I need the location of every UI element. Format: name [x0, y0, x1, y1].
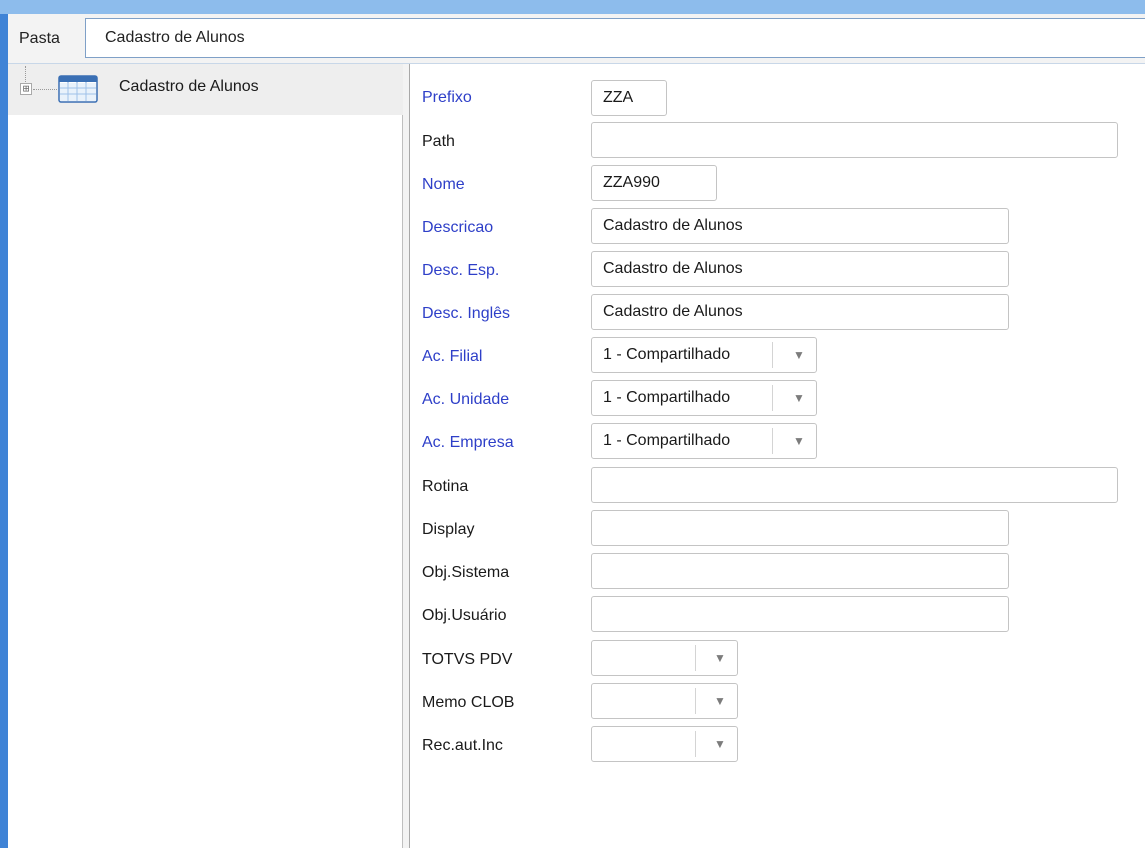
obj-usuario-label: Obj.Usuário: [422, 607, 507, 624]
window-left-frame: [0, 14, 8, 848]
table-icon: [58, 75, 98, 103]
desc-ingles-label: Desc. Inglês: [422, 305, 511, 322]
path-label: Path: [422, 133, 455, 150]
splitter[interactable]: [403, 64, 410, 848]
dropdown-arrow-icon[interactable]: ▼: [784, 381, 814, 415]
tree-connector: [25, 66, 26, 82]
ac-unidade-label: Ac. Unidade: [422, 391, 510, 408]
dropdown-arrow-icon[interactable]: ▼: [705, 727, 735, 761]
desc-esp-label: Desc. Esp.: [422, 262, 500, 279]
nome-field[interactable]: ZZA990: [591, 165, 717, 201]
prefixo-field[interactable]: ZZA: [591, 80, 667, 116]
window-title-bar: [0, 0, 1145, 14]
obj-sistema-label: Obj.Sistema: [422, 564, 510, 581]
ac-empresa-value: 1 - Compartilhado: [603, 432, 731, 449]
ac-empresa-select[interactable]: 1 - Compartilhado ▼: [591, 423, 817, 459]
rec-aut-inc-select[interactable]: ▼: [591, 726, 738, 762]
desc-ingles-field[interactable]: Cadastro de Alunos: [591, 294, 1009, 330]
dropdown-arrow-icon[interactable]: ▼: [784, 424, 814, 458]
descricao-label: Descricao: [422, 219, 494, 236]
pasta-bar: Pasta Cadastro de Alunos: [8, 14, 1145, 64]
dropdown-arrow-icon[interactable]: ▼: [705, 641, 735, 675]
tree-item-label: Cadastro de Alunos: [119, 78, 259, 95]
obj-sistema-field[interactable]: [591, 553, 1009, 589]
descricao-field[interactable]: Cadastro de Alunos: [591, 208, 1009, 244]
prefixo-label: Prefixo: [422, 89, 472, 106]
combo-divider: [772, 385, 773, 411]
dropdown-arrow-icon[interactable]: ▼: [784, 338, 814, 372]
display-label: Display: [422, 521, 475, 538]
nome-label: Nome: [422, 176, 465, 193]
desc-esp-field[interactable]: Cadastro de Alunos: [591, 251, 1009, 287]
display-field[interactable]: [591, 510, 1009, 546]
dropdown-arrow-icon[interactable]: ▼: [705, 684, 735, 718]
path-field[interactable]: [591, 122, 1118, 158]
tree-pane: ⊞ Cadastro de Alunos: [8, 64, 403, 848]
ac-unidade-select[interactable]: 1 - Compartilhado ▼: [591, 380, 817, 416]
rotina-field[interactable]: [591, 467, 1118, 503]
tree-connector: [33, 89, 57, 90]
totvs-pdv-select[interactable]: ▼: [591, 640, 738, 676]
ac-unidade-value: 1 - Compartilhado: [603, 389, 731, 406]
combo-divider: [695, 645, 696, 671]
memo-clob-label: Memo CLOB: [422, 694, 515, 711]
ac-empresa-label: Ac. Empresa: [422, 434, 514, 451]
combo-divider: [695, 688, 696, 714]
rec-aut-inc-label: Rec.aut.Inc: [422, 737, 503, 754]
combo-divider: [695, 731, 696, 757]
memo-clob-select[interactable]: ▼: [591, 683, 738, 719]
ac-filial-value: 1 - Compartilhado: [603, 346, 731, 363]
ac-filial-label: Ac. Filial: [422, 348, 483, 365]
tree-item-cadastro-de-alunos[interactable]: ⊞ Cadastro de Alunos: [8, 64, 403, 115]
obj-usuario-field[interactable]: [591, 596, 1009, 632]
pasta-label: Pasta: [19, 30, 60, 47]
combo-divider: [772, 428, 773, 454]
combo-divider: [772, 342, 773, 368]
form-pane: Prefixo ZZA Path Nome ZZA990 Descricao C…: [411, 64, 1145, 848]
ac-filial-select[interactable]: 1 - Compartilhado ▼: [591, 337, 817, 373]
expand-icon[interactable]: ⊞: [20, 83, 32, 95]
pasta-field[interactable]: Cadastro de Alunos: [85, 18, 1145, 58]
totvs-pdv-label: TOTVS PDV: [422, 651, 513, 668]
rotina-label: Rotina: [422, 478, 469, 495]
